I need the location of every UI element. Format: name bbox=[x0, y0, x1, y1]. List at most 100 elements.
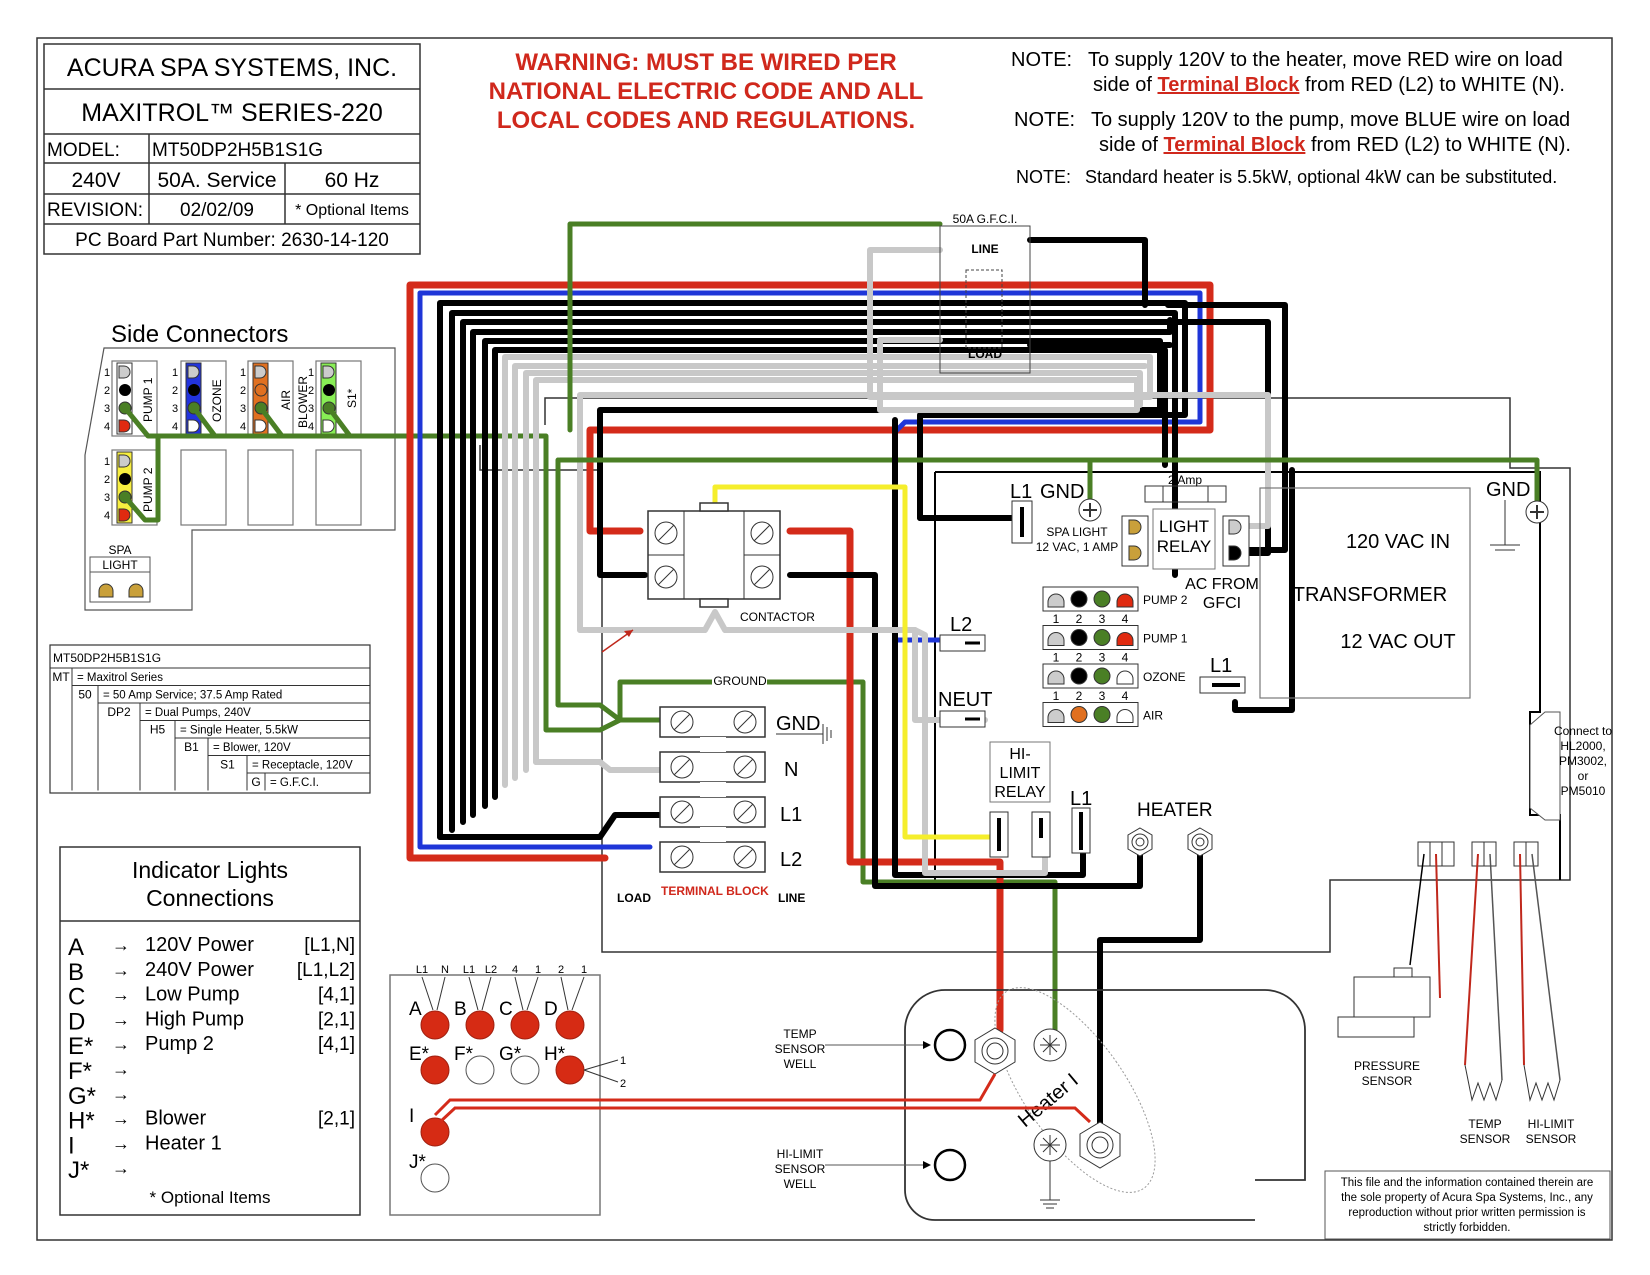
indicator-letter: H* bbox=[68, 1108, 95, 1135]
svg-text:AIR: AIR bbox=[279, 390, 293, 410]
heater-terminal-icon bbox=[1127, 827, 1153, 857]
decode-code: B1 bbox=[184, 740, 199, 754]
svg-text:RELAY: RELAY bbox=[1157, 537, 1212, 556]
title-block: ACURA SPA SYSTEMS, INC. MAXITROL™ SERIES… bbox=[43, 43, 421, 255]
arrow-icon: → bbox=[112, 1034, 130, 1054]
svg-text:MT50DP2H5B1S1G: MT50DP2H5B1S1G bbox=[53, 651, 161, 665]
temp-sensor-thermistor bbox=[1464, 1064, 1503, 1102]
arrow-icon: → bbox=[112, 985, 130, 1005]
arrow-icon: → bbox=[112, 1084, 130, 1104]
svg-text:120 VAC IN: 120 VAC IN bbox=[1346, 531, 1450, 553]
led-pin-label: N bbox=[441, 964, 449, 976]
svg-text:side of Terminal Block from RE: side of Terminal Block from RED (L2) to … bbox=[1093, 74, 1565, 96]
board-header-label: OZONE bbox=[1143, 670, 1186, 684]
h-pin-label: 2 bbox=[620, 1078, 626, 1090]
arrow-icon: → bbox=[112, 935, 130, 955]
indicator-light-c bbox=[510, 1010, 540, 1040]
svg-text:3: 3 bbox=[104, 403, 110, 415]
svg-text:HI-LIMIT: HI-LIMIT bbox=[1528, 1117, 1575, 1131]
decode-code: MT bbox=[52, 670, 70, 684]
svg-text:4: 4 bbox=[172, 421, 178, 433]
decode-code: 50 bbox=[78, 688, 92, 702]
svg-text:4: 4 bbox=[240, 421, 246, 433]
side-connector-air-blower: 1234 AIR BLOWER 1234 bbox=[240, 360, 314, 437]
svg-text:strictly forbidden.: strictly forbidden. bbox=[1424, 1222, 1511, 1234]
hi-limit-sensor-thermistor bbox=[1523, 1064, 1561, 1102]
svg-text:S1*: S1* bbox=[345, 388, 359, 408]
terminal-block-link[interactable]: Terminal Block bbox=[1163, 134, 1306, 156]
arrow-icon: → bbox=[112, 1158, 130, 1178]
note-3-prefix: NOTE: bbox=[1016, 167, 1071, 187]
board-header-label: AIR bbox=[1143, 709, 1163, 723]
terminal-gnd-label: GND bbox=[776, 713, 820, 735]
heater-label: HEATER bbox=[1137, 800, 1213, 821]
indicator-light-d bbox=[555, 1010, 585, 1040]
pin-number: 2 bbox=[1076, 651, 1083, 665]
control-board: L1 GND SPA LIGHT 12 VAC, 1 AMP 2 Amp LIG… bbox=[938, 473, 1612, 858]
indicator-lights-table: Indicator Lights Connections * Optional … bbox=[59, 846, 361, 1216]
led-pin-label: L2 bbox=[485, 964, 497, 976]
indicator-description: 120V Power bbox=[145, 934, 254, 956]
svg-text:3: 3 bbox=[308, 403, 314, 415]
terminal-block: GND N L1 L2 LOAD TERMINAL BLOCK LINE GRO… bbox=[617, 672, 832, 905]
indicator-pins: [L1,N] bbox=[304, 935, 355, 956]
pin-number: 4 bbox=[1122, 612, 1129, 626]
pin-number: 3 bbox=[1099, 651, 1106, 665]
led-pin-label: L1 bbox=[463, 964, 475, 976]
indicator-pins: [2,1] bbox=[318, 1109, 355, 1130]
warning-text: WARNING: MUST BE WIRED PER NATIONAL ELEC… bbox=[489, 49, 924, 134]
board-pin-headers: PUMP 2 1 2 3 4 PUMP 1 1 2 3 4 OZONE 1 2 3 4 AIR bbox=[1042, 586, 1188, 727]
svg-text:This file and the information: This file and the information contained … bbox=[1341, 1177, 1594, 1189]
indicator-light-letter: A bbox=[409, 999, 422, 1020]
arrow-icon: → bbox=[112, 1009, 130, 1029]
fuse-label: 2 Amp bbox=[1168, 473, 1202, 487]
svg-text:PM5010: PM5010 bbox=[1561, 784, 1606, 798]
svg-text:side of Terminal Block from RE: side of Terminal Block from RED (L2) to … bbox=[1099, 134, 1571, 156]
svg-text:1: 1 bbox=[240, 367, 246, 379]
side-connectors: Side Connectors 1234 PUMP 1 1234 OZONE 1… bbox=[84, 321, 549, 611]
pin-number: 1 bbox=[1053, 651, 1060, 665]
note-1-prefix: NOTE: bbox=[1011, 49, 1072, 71]
terminal-l1-label: L1 bbox=[780, 804, 802, 826]
heater-ground-screw-icon bbox=[1033, 1128, 1067, 1162]
indicator-description: 240V Power bbox=[145, 959, 254, 981]
decode-description: = 50 Amp Service; 37.5 Amp Rated bbox=[103, 690, 282, 702]
svg-text:12 VAC OUT: 12 VAC OUT bbox=[1340, 631, 1455, 653]
ground-wire-label: GROUND bbox=[713, 674, 767, 688]
indicator-description: High Pump bbox=[145, 1008, 244, 1030]
decode-code: S1 bbox=[220, 758, 235, 772]
decode-code: H5 bbox=[150, 723, 166, 737]
arrow-icon: → bbox=[112, 1133, 130, 1153]
arrow-icon: → bbox=[112, 1059, 130, 1079]
indicator-light-i bbox=[420, 1117, 450, 1147]
revision-label: REVISION: bbox=[47, 200, 143, 221]
indicator-light-b bbox=[465, 1010, 495, 1040]
svg-text:SENSOR: SENSOR bbox=[775, 1042, 826, 1056]
svg-text:PM3002,: PM3002, bbox=[1559, 754, 1607, 768]
led-pin-label: 1 bbox=[581, 964, 587, 976]
arrow-icon: → bbox=[112, 960, 130, 980]
indicator-description: Heater 1 bbox=[145, 1132, 222, 1154]
svg-text:3: 3 bbox=[240, 403, 246, 415]
indicator-light-letter: J* bbox=[409, 1152, 427, 1173]
svg-text:2: 2 bbox=[172, 385, 178, 397]
decode-description: = Maxitrol Series bbox=[77, 672, 163, 684]
svg-text:NATIONAL ELECTRIC CODE AND ALL: NATIONAL ELECTRIC CODE AND ALL bbox=[489, 78, 924, 105]
board-header-pump-1: PUMP 1 1 2 3 4 bbox=[1042, 625, 1188, 665]
svg-text:3: 3 bbox=[104, 492, 110, 504]
terminal-l2-label: L2 bbox=[780, 849, 802, 871]
wiring-diagram: ACURA SPA SYSTEMS, INC. MAXITROL™ SERIES… bbox=[36, 37, 1613, 1241]
svg-text:AC FROM: AC FROM bbox=[1185, 576, 1259, 593]
indicator-pins: [2,1] bbox=[318, 1009, 355, 1030]
side-connector-pump-1: 1 2 3 4 PUMP 1 bbox=[104, 360, 158, 437]
decode-description: = G.F.C.I. bbox=[270, 777, 319, 789]
gfci-load-label: LOAD bbox=[968, 347, 1002, 361]
terminal-load-label: LOAD bbox=[617, 891, 651, 905]
service: 50A. Service bbox=[157, 169, 276, 192]
indicator-light-letter: E* bbox=[409, 1044, 430, 1065]
sensors: PRESSURE SENSOR TEMP SENSOR HI-LIMIT SEN… bbox=[1337, 841, 1577, 1146]
indicator-description: Blower bbox=[145, 1108, 206, 1130]
pin-number: 2 bbox=[1076, 689, 1083, 703]
board-header-ozone: OZONE 1 2 3 4 bbox=[1042, 663, 1186, 703]
terminal-block-link[interactable]: Terminal Block bbox=[1157, 74, 1300, 96]
